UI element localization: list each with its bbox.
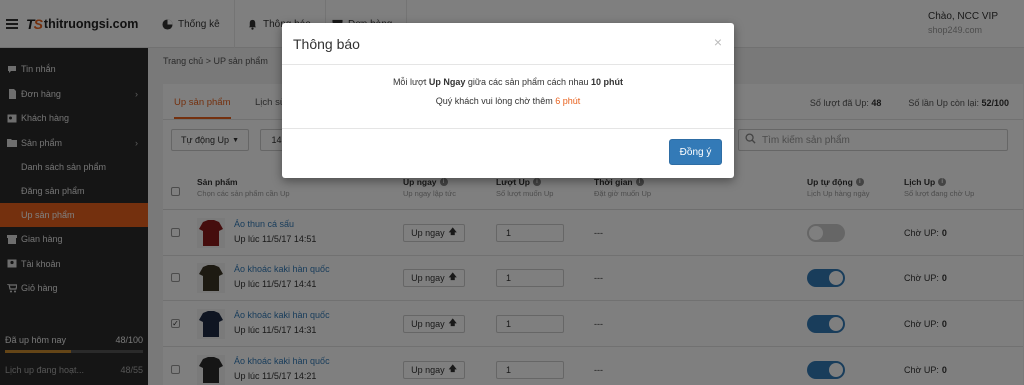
modal-title: Thông báo <box>293 36 360 52</box>
ok-button[interactable]: Đồng ý <box>669 139 722 165</box>
msg-prefix: Mỗi lượt <box>392 77 427 87</box>
modal-message-line1: Mỗi lượt Up Ngay giữa các sản phẩm cách … <box>282 65 734 87</box>
msg-wait-time: 6 phút <box>555 96 581 106</box>
modal-message-line2: Quý khách vui lòng chờ thêm 6 phút <box>282 96 734 106</box>
msg-up-ngay: Up Ngay <box>428 77 466 87</box>
msg-interval: 10 phút <box>591 77 624 87</box>
close-icon[interactable]: × <box>714 34 722 50</box>
msg-wait-prefix: Quý khách vui lòng chờ thêm <box>435 96 553 106</box>
modal-body: Mỗi lượt Up Ngay giữa các sản phẩm cách … <box>282 65 734 129</box>
msg-mid: giữa các sản phẩm cách nhau <box>467 77 589 87</box>
notification-modal: Thông báo × Mỗi lượt Up Ngay giữa các sả… <box>282 23 734 178</box>
